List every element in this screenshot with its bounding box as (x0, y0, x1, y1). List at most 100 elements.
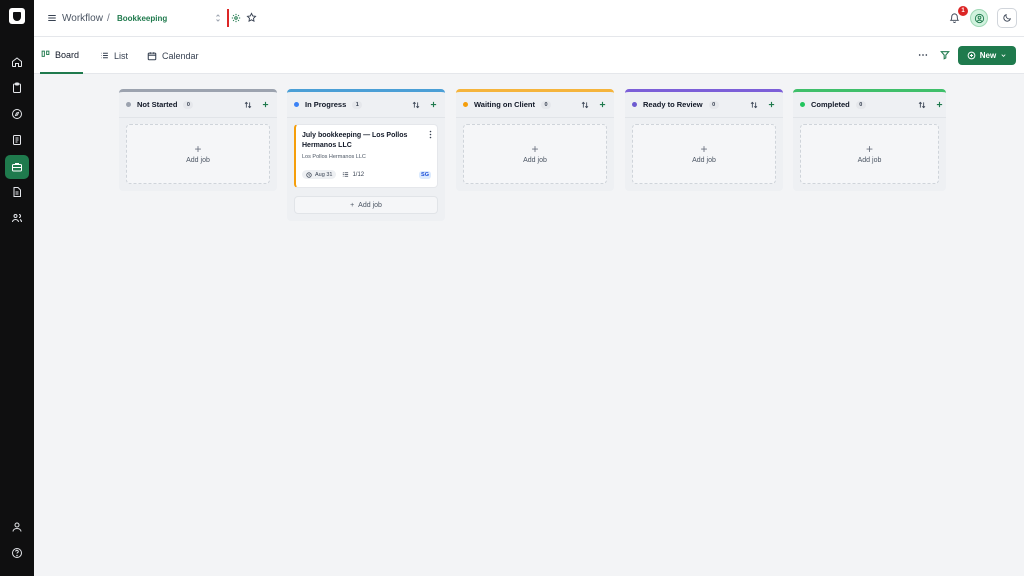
status-dot (126, 102, 131, 107)
divider (227, 9, 229, 27)
column-title: Ready to Review (643, 100, 703, 109)
tab-calendar-label: Calendar (162, 50, 199, 61)
add-job-slot[interactable]: + Add job (126, 124, 270, 184)
sidebar (0, 0, 34, 576)
logo[interactable] (9, 8, 25, 24)
column-title: Waiting on Client (474, 100, 535, 109)
column-count-badge: 1 (352, 100, 363, 109)
checklist-icon (343, 172, 349, 177)
briefcase-icon[interactable] (5, 155, 29, 179)
moon-icon (1003, 14, 1011, 22)
job-card[interactable]: July bookkeeping — Los Pollos Hermanos L… (294, 124, 438, 188)
plus-circle-icon (967, 51, 976, 60)
account-avatar[interactable] (970, 9, 988, 27)
settings-gear-icon[interactable] (231, 13, 241, 23)
column-count-badge: 0 (540, 100, 551, 109)
calendar-icon (147, 51, 157, 60)
add-job-label: Add job (358, 201, 382, 209)
column-title: In Progress (305, 100, 347, 109)
subtask-progress: 1/12 (352, 171, 365, 178)
add-job-label: Add job (857, 157, 882, 164)
add-job-slot[interactable]: + Add job (800, 124, 939, 184)
column-count-badge: 0 (708, 100, 719, 109)
plus-icon: + (700, 142, 708, 156)
sort-icon[interactable] (750, 101, 758, 109)
status-dot (463, 102, 468, 107)
sort-icon[interactable] (412, 101, 420, 109)
clock-icon (306, 171, 312, 178)
document-list-icon[interactable] (5, 128, 29, 152)
status-dot (632, 102, 637, 107)
subtask-count: 1/12 (342, 171, 364, 178)
chevron-down-icon (1001, 54, 1006, 57)
column-waiting-on-client: Waiting on Client 0 + Add job (456, 89, 614, 191)
add-job-slot[interactable]: + Add job (632, 124, 776, 184)
clipboard-icon[interactable] (5, 76, 29, 100)
add-job-button[interactable]: + Add job (294, 196, 438, 214)
top-bar: Workflow / Bookkeeping 1 (34, 0, 1024, 37)
plus-icon: + (350, 201, 355, 209)
column-header: In Progress 1 (287, 92, 445, 118)
star-icon[interactable] (246, 12, 257, 23)
plus-icon: + (194, 142, 202, 156)
more-options-icon[interactable] (918, 51, 928, 59)
add-job-icon[interactable] (429, 100, 438, 109)
due-date: Aug 31 (315, 171, 333, 178)
theme-toggle-button[interactable] (997, 8, 1017, 28)
tab-board[interactable]: Board (40, 37, 83, 74)
add-job-icon[interactable] (767, 100, 776, 109)
job-client: Los Pollos Hermanos LLC (302, 154, 366, 160)
status-dot (800, 102, 805, 107)
column-header: Ready to Review 0 (625, 92, 783, 118)
column-header: Completed 0 (793, 92, 946, 118)
sort-icon[interactable] (918, 101, 926, 109)
home-icon[interactable] (5, 50, 29, 74)
plus-icon: + (531, 142, 539, 156)
help-icon[interactable] (5, 541, 29, 565)
breadcrumb-current[interactable]: Bookkeeping (117, 14, 167, 23)
list-icon (101, 52, 108, 59)
column-ready-to-review: Ready to Review 0 + Add job (625, 89, 783, 191)
column-not-started: Not Started 0 + Add job (119, 89, 277, 191)
tab-board-label: Board (55, 49, 80, 60)
add-job-slot[interactable]: + Add job (463, 124, 607, 184)
users-icon[interactable] (5, 206, 29, 230)
column-in-progress: In Progress 1 July bookkeeping — Los Pol… (287, 89, 445, 221)
sort-icon[interactable] (244, 101, 252, 109)
add-job-icon[interactable] (598, 100, 607, 109)
tab-calendar[interactable]: Calendar (147, 37, 199, 74)
view-bar: Board List Calendar New (34, 37, 1024, 74)
compass-icon[interactable] (5, 102, 29, 126)
user-icon[interactable] (5, 515, 29, 539)
menu-icon[interactable] (47, 13, 57, 23)
add-job-label: Add job (186, 157, 210, 164)
add-job-icon[interactable] (935, 100, 944, 109)
add-job-label: Add job (692, 157, 716, 164)
filter-icon[interactable] (940, 50, 950, 60)
column-title: Not Started (137, 100, 178, 109)
column-header: Waiting on Client 0 (456, 92, 614, 118)
notification-badge: 1 (958, 6, 968, 16)
plus-icon: + (865, 142, 873, 156)
column-title: Completed (811, 100, 850, 109)
breadcrumb-root[interactable]: Workflow (62, 13, 103, 24)
column-count-badge: 0 (183, 100, 194, 109)
breadcrumb-separator: / (107, 13, 110, 24)
new-button-label: New (979, 51, 997, 60)
status-dot (294, 102, 299, 107)
column-completed: Completed 0 + Add job (793, 89, 946, 191)
sort-icon[interactable] (581, 101, 589, 109)
chevron-updown-icon[interactable] (215, 13, 221, 23)
tab-list-label: List (114, 50, 129, 61)
kebab-menu-icon[interactable] (429, 130, 432, 139)
column-header: Not Started 0 (119, 92, 277, 118)
board-icon (41, 50, 50, 57)
file-text-icon[interactable] (5, 180, 29, 204)
add-job-label: Add job (523, 157, 547, 164)
due-date-pill: Aug 31 (302, 170, 337, 179)
column-count-badge: 0 (855, 100, 866, 109)
add-job-icon[interactable] (261, 100, 270, 109)
new-button[interactable]: New (958, 46, 1016, 65)
tab-list[interactable]: List (100, 37, 128, 74)
job-title: July bookkeeping — Los Pollos Hermanos L… (302, 132, 408, 149)
